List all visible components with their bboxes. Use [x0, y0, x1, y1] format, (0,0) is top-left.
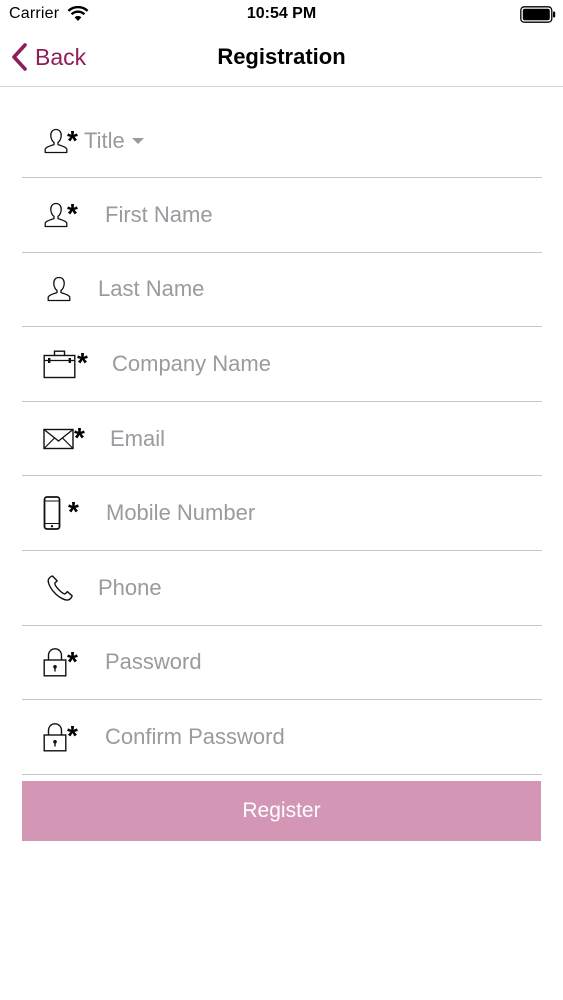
phone-icon: [47, 575, 73, 601]
title-dropdown-label: Title: [84, 128, 125, 153]
title-dropdown[interactable]: Title: [84, 128, 144, 154]
first-name-row: *: [22, 178, 542, 253]
required-marker: *: [67, 125, 78, 156]
company-name-row: *: [22, 327, 542, 402]
required-marker: *: [68, 496, 79, 528]
phone-row: [22, 551, 542, 626]
company-name-input[interactable]: [112, 345, 492, 382]
mobile-phone-icon: [43, 496, 61, 531]
user-icon: [44, 128, 68, 154]
user-icon: [44, 202, 68, 227]
phone-input[interactable]: [98, 569, 478, 606]
last-name-input[interactable]: [98, 271, 478, 308]
mobile-number-input[interactable]: [106, 495, 486, 532]
required-marker: *: [77, 347, 88, 379]
last-name-row: [22, 253, 542, 328]
email-row: *: [22, 402, 542, 477]
required-marker: *: [67, 645, 78, 677]
battery-icon: [520, 6, 556, 23]
required-marker: *: [74, 421, 85, 453]
briefcase-icon: [43, 350, 76, 379]
password-row: *: [22, 626, 542, 701]
mobile-number-row: *: [22, 476, 542, 551]
password-input[interactable]: [105, 644, 485, 681]
envelope-icon: [43, 428, 74, 449]
navigation-bar: Back Registration: [0, 30, 563, 87]
required-marker: *: [67, 198, 78, 229]
registration-form: * Title * *: [22, 105, 542, 775]
email-input[interactable]: [110, 420, 490, 457]
caret-down-icon: [131, 138, 144, 144]
register-button[interactable]: Register: [22, 781, 541, 841]
confirm-password-input[interactable]: [105, 718, 485, 755]
user-icon: [47, 277, 71, 302]
status-bar: Carrier 10:54 PM: [0, 0, 563, 30]
lock-icon: [43, 723, 67, 752]
required-marker: *: [67, 720, 78, 752]
confirm-password-row: *: [22, 700, 542, 775]
status-time: 10:54 PM: [246, 5, 317, 22]
lock-icon: [43, 648, 67, 677]
title-row: * Title: [22, 105, 542, 178]
page-title: Registration: [217, 44, 346, 69]
first-name-input[interactable]: [105, 196, 485, 233]
